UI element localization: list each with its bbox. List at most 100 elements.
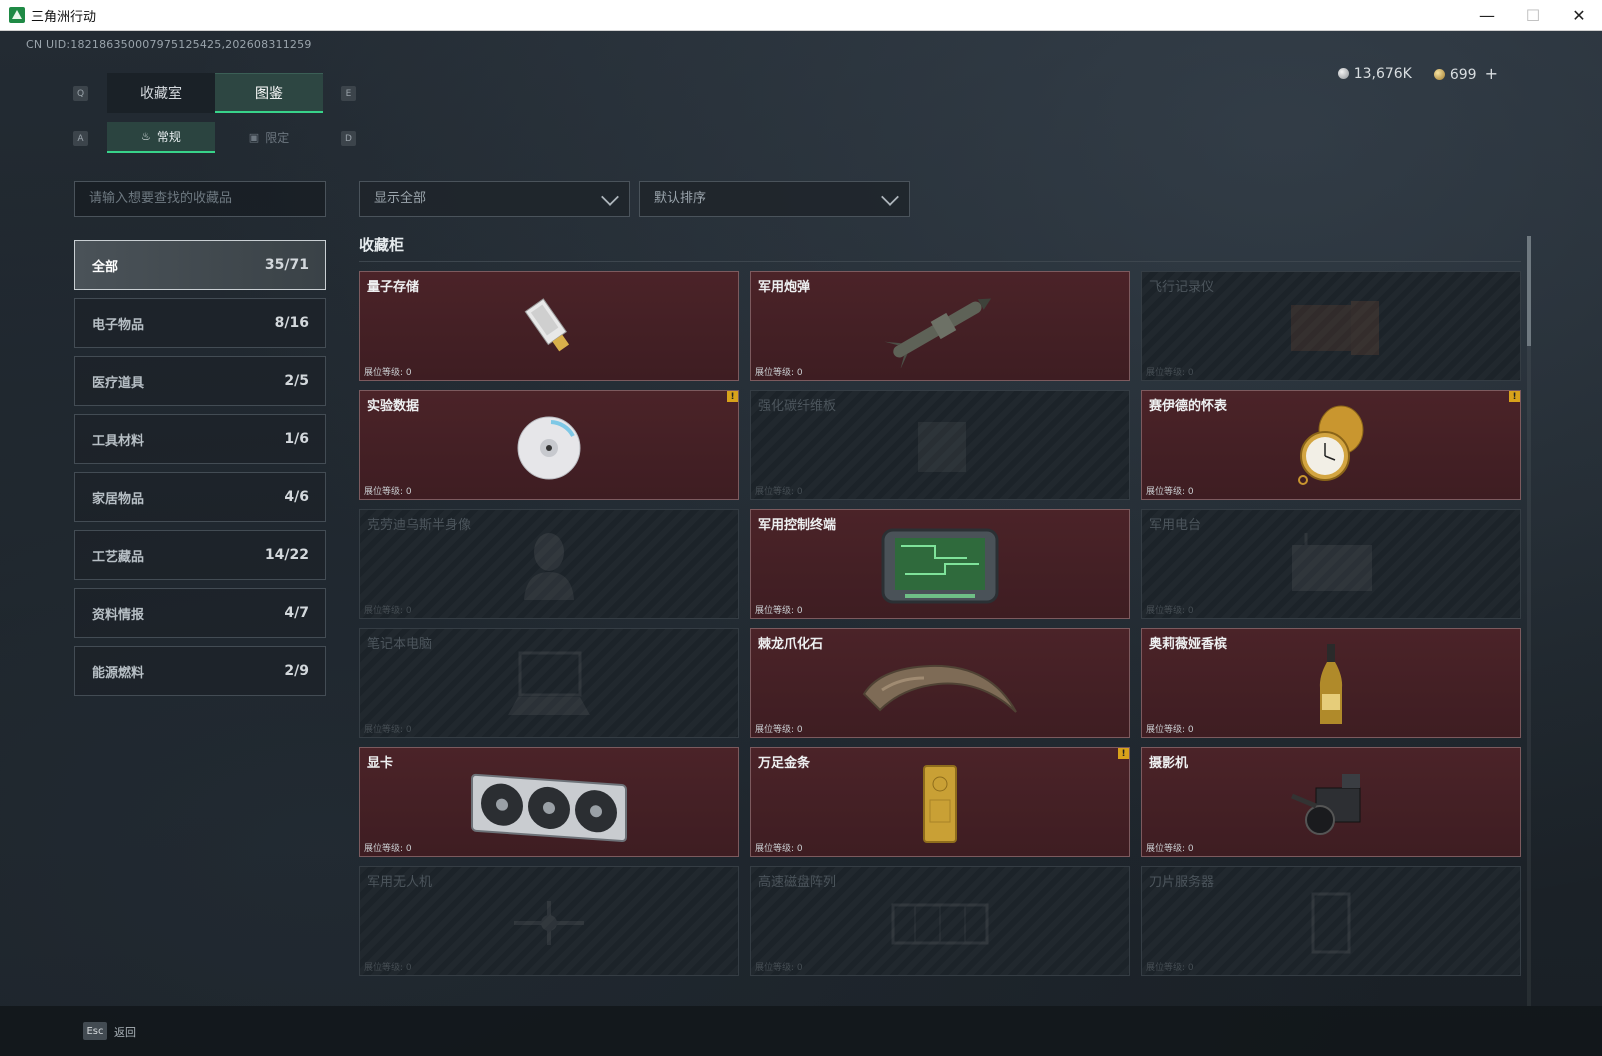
collection-card[interactable]: 军用炮弹 展位等级: 0 — [750, 271, 1130, 381]
category-count: 4/7 — [284, 605, 309, 621]
card-name: 摄影机 — [1149, 756, 1189, 771]
collection-card[interactable]: 克劳迪乌斯半身像 展位等级: 0 — [359, 509, 739, 619]
card-level: 展位等级: 0 — [364, 487, 412, 497]
tab-limited[interactable]: ▣ 限定 — [215, 122, 323, 153]
maximize-button[interactable]: ☐ — [1510, 0, 1556, 31]
collection-card[interactable]: 军用无人机 展位等级: 0 — [359, 866, 739, 976]
scrollbar[interactable] — [1527, 236, 1531, 1006]
sort-value: 默认排序 — [654, 191, 707, 206]
collection-card[interactable]: 显卡 展位等级: 0 — [359, 747, 739, 857]
card-name: 军用控制终端 — [758, 518, 837, 533]
gold-currency: 699 + — [1433, 64, 1498, 83]
card-level: 展位等级: 0 — [364, 844, 412, 854]
bust-icon — [524, 533, 574, 600]
category-crafts[interactable]: 工艺藏品 14/22 — [74, 530, 326, 580]
card-name: 实验数据 — [367, 399, 420, 414]
category-all[interactable]: 全部 35/71 — [74, 240, 326, 290]
new-badge: ! — [1118, 748, 1129, 759]
card-level: 展位等级: 0 — [755, 487, 803, 497]
tab-regular-label: 常规 — [156, 130, 181, 144]
card-level: 展位等级: 0 — [755, 368, 803, 378]
card-name: 量子存储 — [367, 280, 420, 295]
category-count: 35/71 — [264, 257, 309, 273]
collection-card[interactable]: 强化碳纤维板 展位等级: 0 — [750, 390, 1130, 500]
disc-icon — [517, 416, 581, 480]
category-label: 电子物品 — [92, 317, 145, 333]
collection-card[interactable]: 军用电台 展位等级: 0 — [1141, 509, 1521, 619]
window-titlebar: 三角洲行动 — ☐ ✕ — [0, 0, 1602, 31]
category-count: 8/16 — [274, 315, 309, 331]
add-currency-button[interactable]: + — [1485, 64, 1498, 83]
card-name: 奥莉薇娅香槟 — [1149, 637, 1228, 652]
collection-card[interactable]: 奥莉薇娅香槟 展位等级: 0 — [1141, 628, 1521, 738]
collection-card[interactable]: 高速磁盘阵列 展位等级: 0 — [750, 866, 1130, 976]
card-name: 显卡 — [367, 756, 394, 771]
collection-card[interactable]: 笔记本电脑 展位等级: 0 — [359, 628, 739, 738]
section-divider — [359, 261, 1521, 262]
category-label: 全部 — [92, 259, 119, 275]
category-list: 全部 35/71 电子物品 8/16 医疗道具 2/5 工具材料 1/6 家居物品 4/6… — [74, 240, 326, 704]
sort-dropdown[interactable]: 默认排序 — [639, 181, 910, 217]
card-level: 展位等级: 0 — [755, 963, 803, 973]
category-count: 2/9 — [284, 663, 309, 679]
drone-icon — [514, 901, 584, 945]
category-label: 资料情报 — [92, 607, 145, 623]
collection-card[interactable]: 摄影机 展位等级: 0 — [1141, 747, 1521, 857]
category-intel[interactable]: 资料情报 4/7 — [74, 588, 326, 638]
key-hint-q: Q — [73, 86, 88, 101]
collection-card[interactable]: 军用控制终端 展位等级: 0 — [750, 509, 1130, 619]
collection-card[interactable]: 实验数据 ! 展位等级: 0 — [359, 390, 739, 500]
category-count: 2/5 — [284, 373, 309, 389]
collection-card[interactable]: 量子存储 展位等级: 0 — [359, 271, 739, 381]
collection-card[interactable]: 飞行记录仪 展位等级: 0 — [1141, 271, 1521, 381]
category-tools[interactable]: 工具材料 1/6 — [74, 414, 326, 464]
app-logo-icon — [9, 7, 25, 23]
minimize-button[interactable]: — — [1464, 0, 1510, 31]
tab-catalog[interactable]: 图鉴 — [215, 73, 323, 113]
category-electronics[interactable]: 电子物品 8/16 — [74, 298, 326, 348]
card-level: 展位等级: 0 — [364, 725, 412, 735]
category-count: 4/6 — [284, 489, 309, 505]
collection-card[interactable]: 棘龙爪化石 展位等级: 0 — [750, 628, 1130, 738]
gpu-icon — [471, 773, 627, 843]
chevron-down-icon — [601, 188, 619, 206]
tab-limited-label: 限定 — [265, 131, 290, 145]
missile-icon — [884, 298, 992, 368]
category-energy[interactable]: 能源燃料 2/9 — [74, 646, 326, 696]
category-household[interactable]: 家居物品 4/6 — [74, 472, 326, 522]
search-input[interactable]: 请输入想要查找的收藏品 — [74, 181, 326, 217]
card-level: 展位等级: 0 — [1146, 368, 1194, 378]
card-name: 高速磁盘阵列 — [758, 875, 837, 890]
laptop-icon — [508, 651, 590, 715]
category-count: 1/6 — [284, 431, 309, 447]
back-label[interactable]: 返回 — [114, 1024, 136, 1040]
card-level: 展位等级: 0 — [755, 844, 803, 854]
collection-card[interactable]: 赛伊德的怀表 ! 展位等级: 0 — [1141, 390, 1521, 500]
display-filter-value: 显示全部 — [374, 191, 427, 206]
card-name: 强化碳纤维板 — [758, 399, 837, 414]
card-name: 克劳迪乌斯半身像 — [367, 518, 472, 533]
card-name: 军用无人机 — [367, 875, 433, 890]
footer-bar: Esc 返回 — [0, 1006, 1602, 1056]
display-filter-dropdown[interactable]: 显示全部 — [359, 181, 630, 217]
close-button[interactable]: ✕ — [1556, 0, 1602, 31]
card-level: 展位等级: 0 — [755, 725, 803, 735]
currency-bar: 13,676K 699 + — [1337, 64, 1498, 83]
esc-key-hint[interactable]: Esc — [83, 1022, 107, 1040]
collection-card[interactable]: 刀片服务器 展位等级: 0 — [1141, 866, 1521, 976]
collection-card[interactable]: 万足金条 ! 展位等级: 0 — [750, 747, 1130, 857]
tab-collection-room[interactable]: 收藏室 — [107, 73, 215, 113]
carbon-plate-icon — [918, 422, 966, 472]
card-name: 万足金条 — [758, 756, 811, 771]
key-hint-a: A — [73, 131, 88, 146]
image-icon: ▣ — [248, 131, 260, 144]
silver-amount: 13,676K — [1353, 65, 1412, 82]
flight-recorder-icon — [1291, 301, 1379, 355]
card-level: 展位等级: 0 — [1146, 487, 1194, 497]
tab-regular[interactable]: ♨ 常规 — [107, 122, 215, 153]
category-medical[interactable]: 医疗道具 2/5 — [74, 356, 326, 406]
scrollbar-thumb[interactable] — [1527, 236, 1531, 346]
claw-fossil-icon — [862, 664, 1017, 713]
gold-amount: 699 — [1449, 67, 1477, 83]
champagne-icon — [1319, 644, 1343, 724]
